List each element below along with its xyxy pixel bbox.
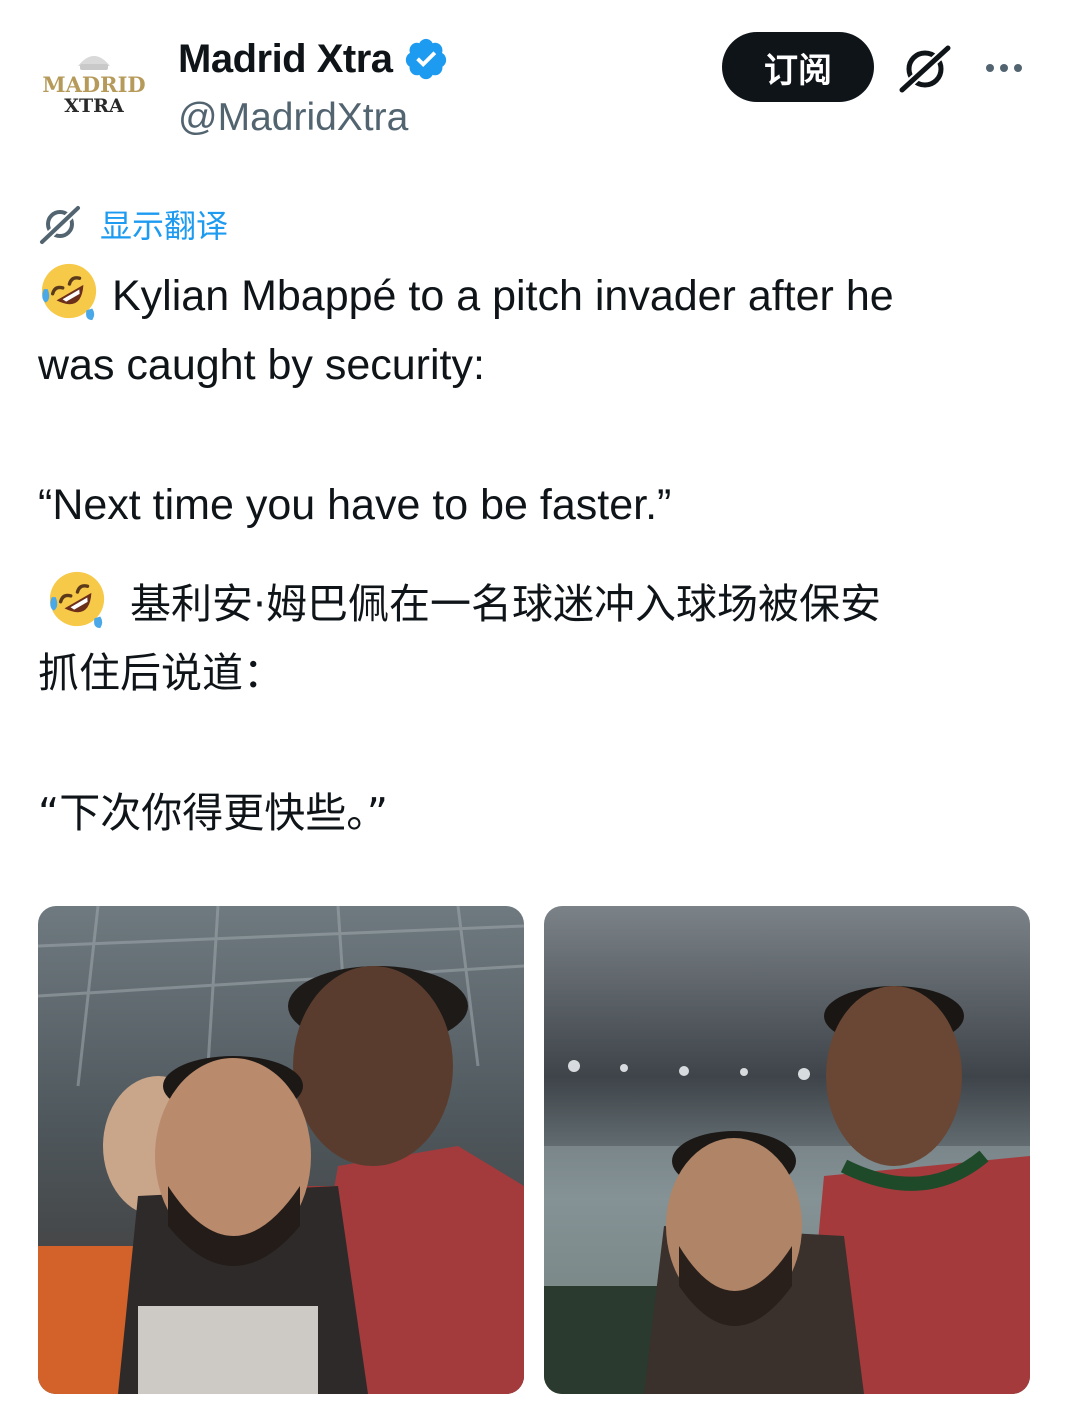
grok-icon xyxy=(39,205,81,245)
show-translation-label: 显示翻译 xyxy=(100,207,229,245)
show-translation-link[interactable]: 显示翻译 xyxy=(38,202,228,246)
display-name[interactable]: Madrid Xtra xyxy=(178,37,393,82)
grok-icon[interactable] xyxy=(896,40,954,98)
verified-badge-icon xyxy=(403,36,449,82)
media-photo-2[interactable] xyxy=(544,906,1030,1394)
tweet-en-line2: was caught by security: xyxy=(38,341,485,389)
display-name-row[interactable]: Madrid Xtra xyxy=(178,36,449,82)
photo-1-image xyxy=(38,906,524,1394)
subscribe-button[interactable]: 订阅 xyxy=(722,32,874,102)
rolling-on-the-floor-laughing-emoji xyxy=(49,571,105,629)
tweet-text-zh-line1: 基利安·姆巴佩在一名球迷冲入球场被保安 xyxy=(46,568,1056,639)
handle[interactable]: @MadridXtra xyxy=(178,96,408,140)
media-photo-1[interactable] xyxy=(38,906,524,1394)
tweet-en-quote: “Next time you have to be faster.” xyxy=(38,481,672,529)
avatar[interactable]: MADRID XTRA xyxy=(38,32,150,144)
tweet-zh-quote: “下次你得更快些。” xyxy=(38,789,388,837)
tweet-zh-line2: 抓住后说道： xyxy=(38,649,284,697)
avatar-line1: MADRID xyxy=(42,72,145,97)
avatar-logo: MADRID XTRA xyxy=(38,32,150,144)
photo-2-image xyxy=(544,906,1030,1394)
tweet-zh-line1: 基利安·姆巴佩在一名球迷冲入球场被保安 xyxy=(130,580,882,628)
tweet-en-line1: Kylian Mbappé to a pitch invader after h… xyxy=(112,272,894,320)
tweet-text-en-line1: Kylian Mbappé to a pitch invader after h… xyxy=(38,260,1048,331)
avatar-line2: XTRA xyxy=(64,95,124,117)
rolling-on-the-floor-laughing-emoji xyxy=(41,263,97,321)
more-icon[interactable] xyxy=(976,44,1032,92)
